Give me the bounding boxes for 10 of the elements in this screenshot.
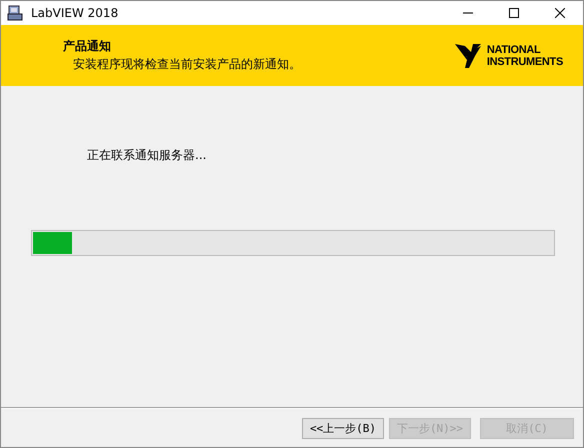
- logo-text: NATIONAL: [486, 44, 542, 56]
- header-subtitle: 安装程序现将检查当前安装产品的新通知。: [73, 56, 301, 73]
- window-title: LabVIEW 2018: [31, 6, 118, 20]
- wizard-button[interactable]: <<上一步(B): [302, 418, 384, 438]
- installer-icon: [7, 5, 23, 21]
- status-message: 正在联系通知服务器...: [87, 147, 208, 164]
- logo-text: INSTRUMENTS: [486, 56, 563, 68]
- close-icon[interactable]: [555, 8, 565, 18]
- maximize-icon[interactable]: [509, 8, 519, 18]
- header-title: 产品通知: [63, 38, 112, 55]
